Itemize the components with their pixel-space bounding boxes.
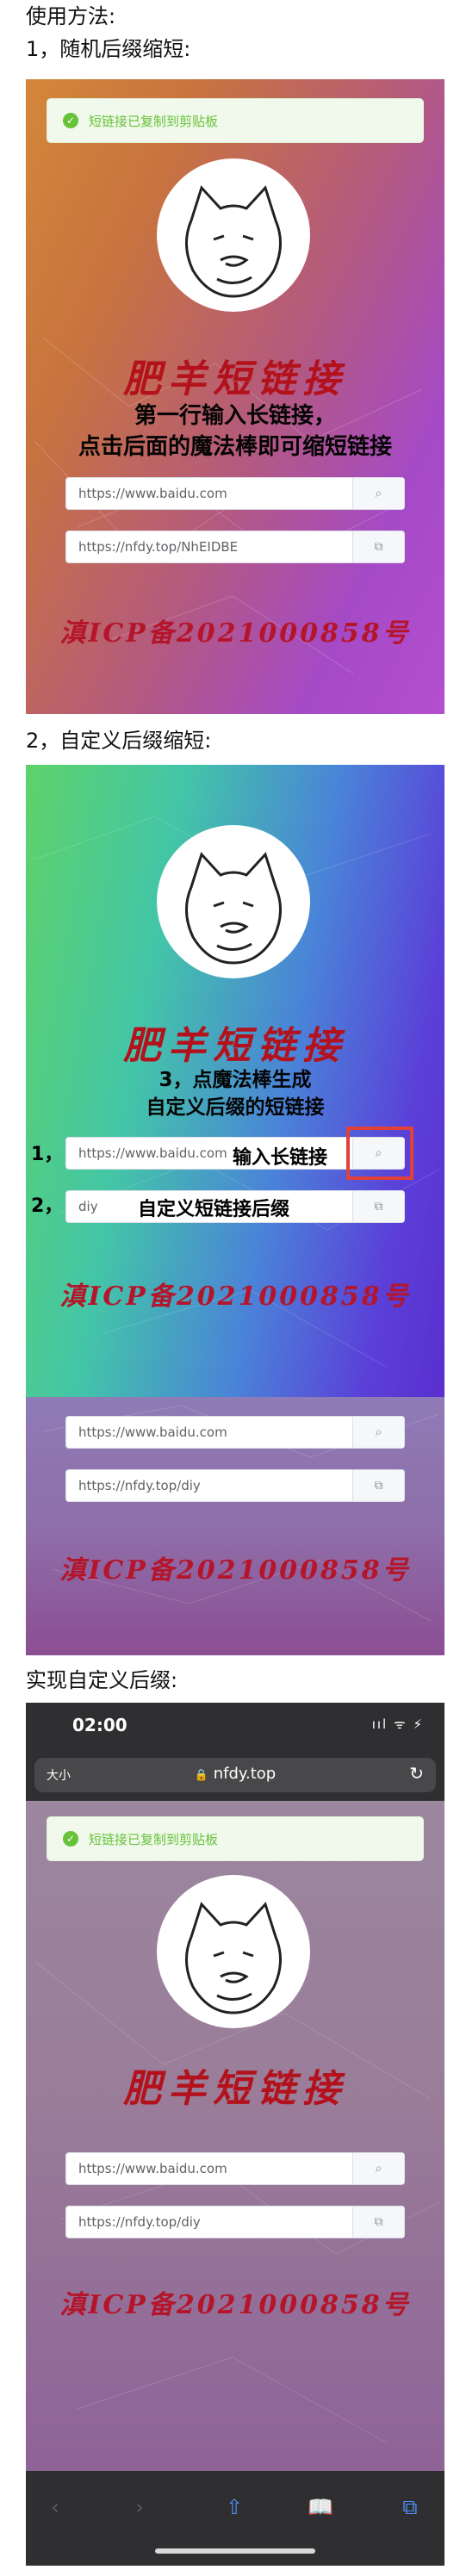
phone-screenshot: 02:00 ııl ᯤ ⚡ 大小 🔒 nfdy.top ↻ ✓ 短链接已复制到剪… — [26, 1703, 444, 2566]
url-field[interactable]: 大小 🔒 nfdy.top ↻ — [34, 1758, 436, 1792]
caption-line1: 第一行输入长链接， — [134, 403, 336, 429]
tabs-icon[interactable]: ⧉ — [393, 2495, 427, 2519]
short-url-output[interactable]: https://nfdy.top/NhEIDBE ⧉ — [65, 531, 405, 563]
caption-line2: 点击后面的魔法棒即可缩短链接 — [78, 434, 392, 460]
share-icon[interactable]: ⇧ — [217, 2495, 252, 2519]
long-url-value: https://www.baidu.com — [78, 486, 227, 501]
short-url-output[interactable]: https://nfdy.top/diy ⧉ — [65, 1469, 405, 1502]
step1-label: 输入长链接 — [233, 1147, 328, 1169]
screenshot-custom-result: https://www.baidu.com ⌕ https://nfdy.top… — [26, 1397, 444, 1655]
lock-icon: 🔒 — [194, 1769, 208, 1782]
brand-name: 肥羊短链接 — [123, 357, 347, 401]
reload-icon[interactable]: ↻ — [409, 1763, 424, 1784]
long-url-value: https://www.baidu.com — [78, 2161, 227, 2176]
section-custom-title: 2，自定义后缀缩短: — [26, 729, 212, 753]
home-indicator — [155, 2548, 315, 2554]
signal-wifi-battery-icon: ııl ᯤ ⚡ — [371, 1716, 424, 1732]
copy-icon[interactable]: ⧉ — [352, 1470, 404, 1501]
copy-icon[interactable]: ⧉ — [352, 531, 404, 562]
short-url-value: https://nfdy.top/diy — [78, 2214, 201, 2230]
section-random-title: 1，随机后缀缩短: — [26, 37, 191, 61]
check-circle-icon: ✓ — [63, 113, 78, 128]
toast-message: 短链接已复制到剪贴板 — [89, 113, 219, 129]
toast-message: 短链接已复制到剪贴板 — [89, 1831, 219, 1847]
back-icon[interactable]: ‹ — [38, 2495, 72, 2519]
step2-number: 2， — [31, 1195, 64, 1217]
copied-toast: ✓ 短链接已复制到剪贴板 — [47, 98, 424, 143]
icp-record: 滇ICP备2021000858号 — [59, 618, 411, 649]
avatar — [157, 158, 310, 312]
short-url-value: https://nfdy.top/NhEIDBE — [78, 539, 239, 555]
cat-avatar-icon — [185, 1902, 282, 2014]
short-url-output[interactable]: https://nfdy.top/diy ⧉ — [65, 2206, 405, 2238]
step1-number: 1， — [31, 1144, 64, 1165]
screenshot-random-suffix: ✓ 短链接已复制到剪贴板 肥羊短链接 第一行输入长链接， 点击后面的魔法棒即可缩… — [26, 79, 444, 714]
status-bar: 02:00 ııl ᯤ ⚡ — [26, 1703, 444, 1751]
cat-avatar-icon — [185, 185, 282, 298]
icp-record: 滇ICP备2021000858号 — [59, 1555, 411, 1586]
magic-wand-icon[interactable]: ⌕ — [352, 2153, 404, 2184]
copied-toast: ✓ 短链接已复制到剪贴板 — [47, 1816, 424, 1861]
avatar — [157, 1875, 310, 2028]
long-url-input[interactable]: https://www.baidu.com ⌕ — [65, 2152, 405, 2185]
short-url-value: https://nfdy.top/diy — [78, 1478, 201, 1493]
magic-wand-icon[interactable]: ⌕ — [352, 1417, 404, 1448]
section-result-title: 实现自定义后缀: — [26, 1668, 178, 1692]
highlight-box — [346, 1127, 413, 1180]
caption-line2: 自定义后缀的短链接 — [146, 1096, 325, 1119]
caption-line1: 3，点魔法棒生成 — [159, 1069, 312, 1091]
cat-avatar-icon — [185, 852, 282, 965]
address-bar: 大小 🔒 nfdy.top ↻ — [26, 1751, 444, 1801]
status-time: 02:00 — [72, 1715, 127, 1735]
long-url-input[interactable]: https://www.baidu.com ⌕ — [65, 477, 405, 510]
copy-icon[interactable]: ⧉ — [352, 1191, 404, 1222]
copy-icon[interactable]: ⧉ — [352, 2207, 404, 2238]
brand-name: 肥羊短链接 — [123, 1024, 347, 1068]
magic-wand-icon[interactable]: ⌕ — [352, 478, 404, 509]
icp-record: 滇ICP备2021000858号 — [59, 2290, 411, 2320]
browser-toolbar: ‹ › ⇧ 📖 ⧉ — [26, 2471, 444, 2566]
icp-record: 滇ICP备2021000858号 — [59, 1282, 411, 1312]
check-circle-icon: ✓ — [63, 1831, 78, 1847]
avatar — [157, 825, 310, 978]
long-url-value: https://www.baidu.com — [78, 1425, 227, 1440]
step2-label: 自定义短链接后缀 — [138, 1199, 290, 1220]
brand-name: 肥羊短链接 — [123, 2067, 347, 2111]
long-url-input[interactable]: https://www.baidu.com ⌕ — [65, 1416, 405, 1449]
forward-icon[interactable]: › — [122, 2495, 157, 2519]
screenshot-custom-suffix: 肥羊短链接 3，点魔法棒生成 自定义后缀的短链接 1， https://www.… — [26, 765, 444, 1397]
usage-title: 使用方法: — [26, 4, 116, 28]
bookmarks-icon[interactable]: 📖 — [303, 2495, 338, 2519]
url-text: 🔒 nfdy.top — [194, 1765, 277, 1783]
